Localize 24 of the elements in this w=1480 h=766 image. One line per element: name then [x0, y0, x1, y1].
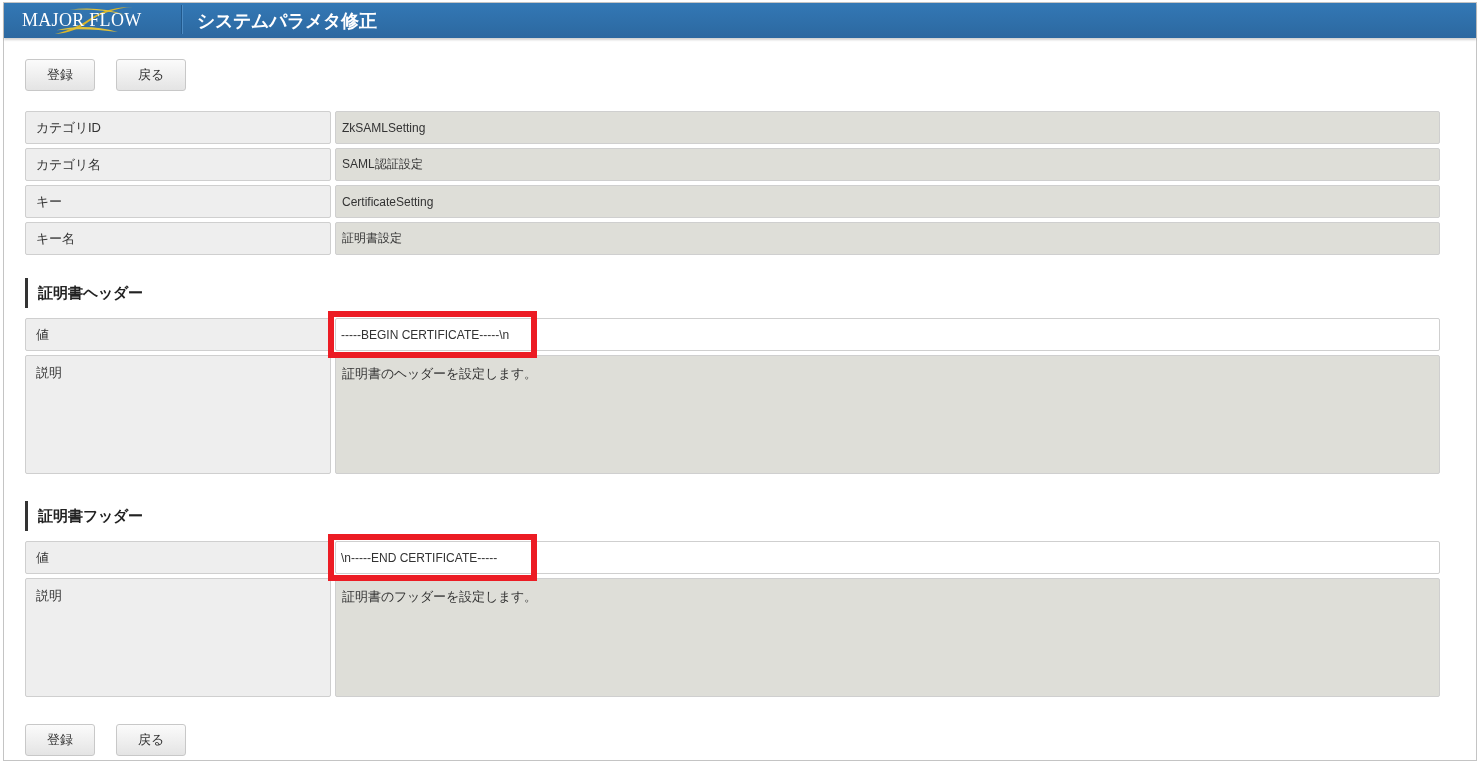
description-field: 証明書のヘッダーを設定します。 — [335, 355, 1440, 474]
field-label: カテゴリID — [25, 111, 331, 144]
logo: MAJOR FLOW — [22, 5, 142, 36]
value-input[interactable]: \n-----END CERTIFICATE----- — [335, 541, 1440, 574]
readonly-field: CertificateSetting — [335, 185, 1440, 218]
form-button[interactable]: 登録 — [25, 59, 95, 91]
readonly-field: SAML認証設定 — [335, 148, 1440, 181]
field-label: キー名 — [25, 222, 331, 255]
section-heading: 証明書フッダー — [25, 501, 1440, 531]
field-label: 説明 — [25, 355, 331, 474]
field-label: 値 — [25, 318, 331, 351]
page-title: システムパラメタ修正 — [196, 9, 377, 33]
readonly-field: ZkSAMLSetting — [335, 111, 1440, 144]
field-label: キー — [25, 185, 331, 218]
form-button[interactable]: 戻る — [116, 59, 186, 91]
field-label: 値 — [25, 541, 331, 574]
section-heading: 証明書ヘッダー — [25, 278, 1440, 308]
field-label: カテゴリ名 — [25, 148, 331, 181]
readonly-field: 証明書設定 — [335, 222, 1440, 255]
field-label: 説明 — [25, 578, 331, 697]
description-field: 証明書のフッダーを設定します。 — [335, 578, 1440, 697]
value-input[interactable]: -----BEGIN CERTIFICATE-----\n — [335, 318, 1440, 351]
form-button[interactable]: 登録 — [25, 724, 95, 756]
form-button[interactable]: 戻る — [116, 724, 186, 756]
